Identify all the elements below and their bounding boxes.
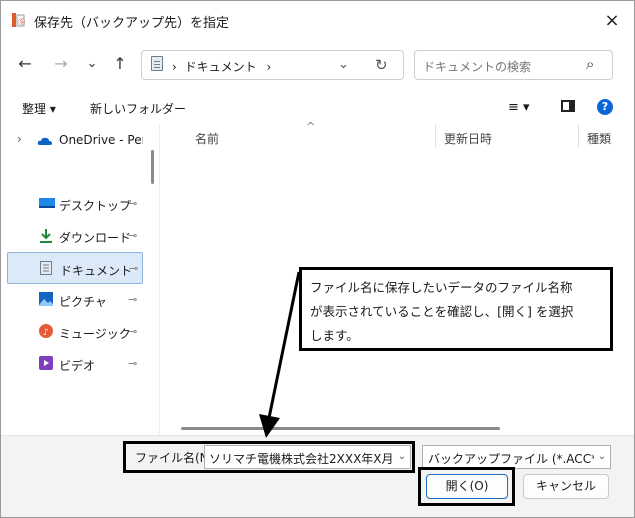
annotation-arrow <box>259 271 301 438</box>
callout-line: ファイル名に保存したいデータのファイル名称 <box>310 280 573 295</box>
callout-line: が表示されていることを確認し、[開く] を選択 <box>310 304 574 319</box>
callout-line: します。 <box>310 328 359 343</box>
instruction-callout: ファイル名に保存したいデータのファイル名称 が表示されていることを確認し、[開く… <box>299 267 613 351</box>
